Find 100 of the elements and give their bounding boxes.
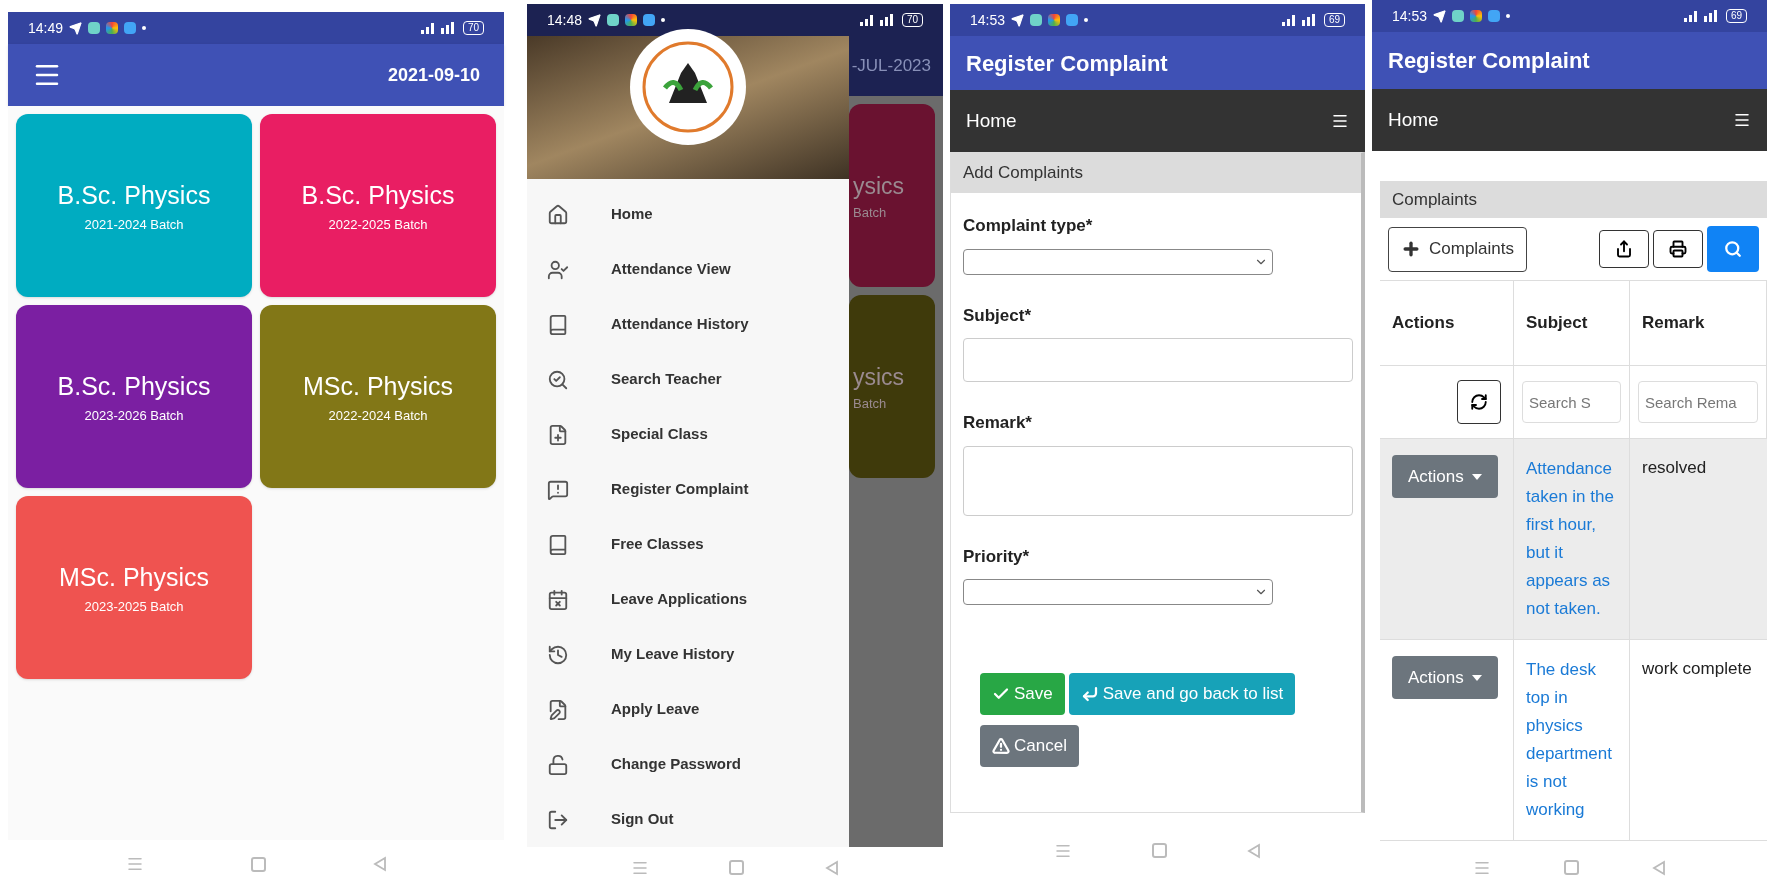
app-icon <box>1066 14 1079 26</box>
refresh-button[interactable] <box>1457 380 1501 424</box>
remark-text: work complete <box>1642 659 1752 678</box>
send-icon <box>69 21 83 35</box>
app-bar-date: 2021-09-10 <box>387 63 480 87</box>
print-icon <box>1669 240 1687 258</box>
panel-title: Complaints <box>1392 188 1478 211</box>
return-arrow-icon <box>1080 685 1099 703</box>
status-time: 14:49 <box>28 18 64 38</box>
home-square-icon[interactable] <box>1564 860 1579 875</box>
column-search-field[interactable]: Search Rema <box>1638 381 1758 423</box>
drawer-menu-item[interactable]: Attendance View <box>527 242 849 297</box>
textarea-field[interactable] <box>963 445 1353 516</box>
actions-dropdown-button[interactable]: Actions <box>1392 455 1498 498</box>
drawer-menu-item[interactable]: Apply Leave <box>527 682 849 737</box>
file-plus-icon <box>547 423 569 446</box>
app-icon <box>1030 14 1043 26</box>
search-button[interactable] <box>1707 226 1759 272</box>
drawer-menu-item[interactable]: Register Complaint <box>527 462 849 517</box>
page-title: Register Complaint <box>966 49 1168 78</box>
battery-level: 70 <box>901 13 923 27</box>
subject-link[interactable]: The desk top in physics department is not working <box>1526 656 1617 824</box>
home-link[interactable]: Home <box>966 106 1017 136</box>
battery-level: 69 <box>1725 9 1747 23</box>
back-icon[interactable] <box>1247 842 1261 859</box>
app-icon <box>1470 10 1483 22</box>
drawer-menu-item[interactable]: Free Classes <box>527 517 849 572</box>
drawer-menu-item[interactable]: Home <box>527 187 849 242</box>
page-title: Register Complaint <box>1388 47 1590 75</box>
field-label: Subject* <box>963 304 1033 327</box>
send-icon <box>588 13 602 27</box>
edit-document-icon <box>547 698 569 721</box>
app-icon <box>1488 10 1501 22</box>
home-square-icon[interactable] <box>250 856 266 872</box>
sign-out-icon <box>547 808 569 831</box>
drawer-menu-item[interactable]: My Leave History <box>527 627 849 682</box>
signal-icon <box>859 14 894 26</box>
drawer-menu-item[interactable]: Special Class <box>527 407 849 462</box>
app-icon <box>607 14 620 26</box>
batch-tile[interactable]: B.Sc. Physics 2023-2026 Batch <box>16 305 252 488</box>
field-label: Remark* <box>963 412 1033 434</box>
app-icon <box>643 14 656 26</box>
dropdown-field[interactable] <box>963 579 1273 605</box>
drawer-menu-item[interactable]: Search Teacher <box>527 352 849 407</box>
search-icon <box>547 368 569 391</box>
search-icon <box>1724 240 1742 258</box>
warning-icon <box>992 737 1010 755</box>
home-square-icon[interactable] <box>729 860 745 875</box>
add-complaint-button[interactable]: Complaints <box>1388 226 1528 272</box>
field-label: Complaint type* <box>963 215 1094 237</box>
app-bar-date: -JUL-2023 <box>851 55 931 78</box>
batch-tile[interactable]: B.Sc. Physics 2022-2025 Batch <box>260 114 496 297</box>
back-icon[interactable] <box>1652 859 1667 876</box>
calendar-icon <box>547 588 569 611</box>
menu-icon[interactable] <box>1733 111 1751 129</box>
caret-icon <box>1471 473 1482 480</box>
input-field[interactable] <box>963 338 1353 382</box>
app-icon <box>88 22 101 34</box>
drawer-menu-item[interactable]: Attendance History <box>527 297 849 352</box>
home-square-icon[interactable] <box>1152 843 1167 858</box>
app-icon <box>1452 10 1465 22</box>
lock-icon <box>547 753 569 776</box>
form-button[interactable]: Cancel <box>980 725 1079 767</box>
recents-icon[interactable] <box>125 855 144 873</box>
book-icon <box>547 533 569 556</box>
warning-message-icon <box>547 478 569 501</box>
column-header: Subject <box>1514 281 1630 366</box>
status-time: 14:53 <box>1392 6 1428 26</box>
back-icon[interactable] <box>372 856 387 872</box>
book-icon <box>547 313 569 336</box>
batch-tile[interactable]: MSc. Physics 2022-2024 Batch <box>260 305 496 488</box>
home-link[interactable]: Home <box>1388 105 1439 135</box>
plus-icon <box>1401 239 1421 259</box>
panel-title: Add Complaints <box>963 162 1083 185</box>
back-icon[interactable] <box>824 859 839 876</box>
export-button[interactable] <box>1599 230 1649 268</box>
history-icon <box>547 643 569 666</box>
signal-icon <box>420 22 455 34</box>
remark-text: resolved <box>1642 458 1707 477</box>
column-search-field[interactable]: Search S <box>1522 381 1621 423</box>
actions-dropdown-button[interactable]: Actions <box>1392 656 1498 699</box>
app-icon <box>625 14 638 26</box>
battery-level: 69 <box>1323 13 1345 27</box>
print-button[interactable] <box>1653 230 1703 268</box>
user-check-icon <box>547 258 569 281</box>
drawer-menu-item[interactable]: Leave Applications <box>527 572 849 627</box>
app-icon <box>124 22 137 34</box>
batch-tile: ysics Batch <box>849 104 935 287</box>
home-icon <box>547 203 569 226</box>
drawer-menu-item[interactable]: Sign Out <box>527 792 849 847</box>
status-time: 14:53 <box>970 10 1006 30</box>
app-icon <box>1048 14 1061 26</box>
menu-icon[interactable] <box>1331 112 1349 130</box>
drawer-menu-item[interactable]: Change Password <box>527 737 849 792</box>
status-time: 14:48 <box>547 10 583 30</box>
battery-level: 70 <box>462 21 484 35</box>
signal-icon <box>1281 14 1316 26</box>
field-label: Priority* <box>963 545 1031 568</box>
dropdown-field[interactable] <box>963 248 1273 275</box>
column-header: Remark <box>1630 281 1767 366</box>
